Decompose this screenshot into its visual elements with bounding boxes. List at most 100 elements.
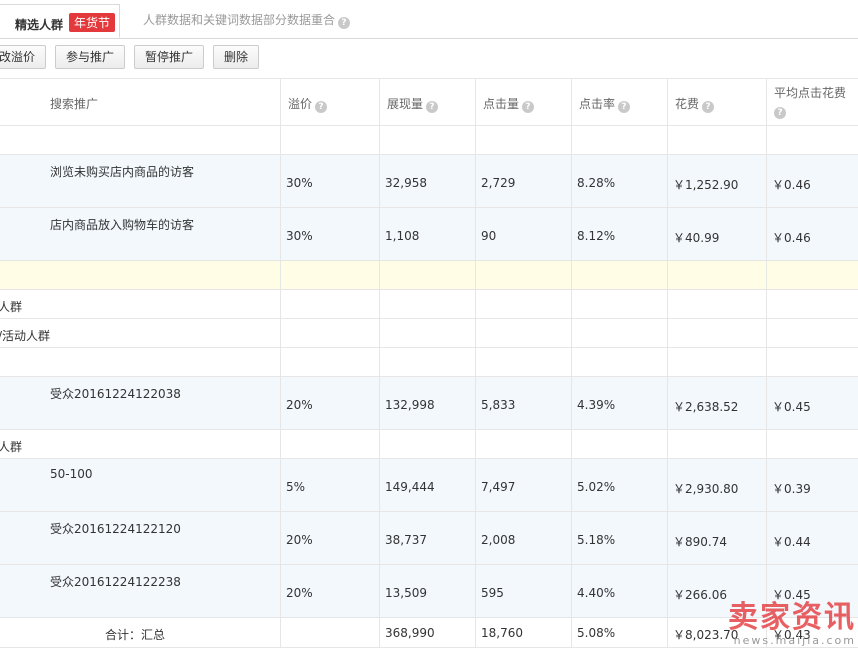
premium-value: 20% (286, 586, 313, 600)
column-divider (667, 155, 668, 207)
column-divider (667, 348, 668, 376)
column-header-label: 点击量 (483, 97, 520, 111)
column-divider (571, 618, 572, 647)
crowd-name[interactable]: 受众20161224122238 (50, 573, 181, 590)
help-icon[interactable]: ? (618, 101, 631, 113)
toolbar: 改溢价 参与推广 暂停推广 删除 (0, 38, 858, 78)
cost-value: ￥890.74 (673, 535, 727, 549)
column-header-avg-cpc[interactable]: 平均点击花费? (774, 84, 846, 119)
watermark: 卖家资讯 news.maijia.com (728, 600, 856, 648)
crowd-group-label: 人群 (0, 300, 23, 314)
cost-value: ￥1,252.90 (673, 178, 739, 192)
crowd-group-label: 人群 (0, 440, 23, 454)
table-row: /活动人群 (0, 319, 858, 348)
column-header-label: 溢价 (288, 97, 313, 111)
column-divider (766, 430, 767, 458)
edit-premium-button[interactable]: 改溢价 (0, 45, 46, 69)
premium-value: 30% (286, 229, 313, 243)
crowd-name[interactable]: 50-100 (50, 467, 93, 481)
column-divider (766, 459, 767, 511)
table-row[interactable]: 受众20161224122120 20% 38,737 2,008 5.18% ￥890.… (0, 512, 858, 565)
table-row[interactable]: 浏览未购买店内商品的访客 30% 32,958 2,729 8.28% ￥1,252.90… (0, 155, 858, 208)
column-divider (280, 126, 281, 154)
column-divider (571, 155, 572, 207)
column-divider (766, 126, 767, 154)
clicks-value: 595 (481, 586, 504, 600)
clicks-value: 2,008 (481, 533, 516, 547)
table-header: 搜索推广 溢价? 展现量? 点击量? 点击率? 花费? 平均点击花费? (0, 78, 858, 126)
cost-value: ￥40.99 (673, 231, 720, 245)
avg-cpc-value: ￥0.44 (772, 535, 811, 549)
column-divider (475, 377, 476, 429)
impressions-value: 149,444 (385, 480, 435, 494)
data-overlap-notice: 人群数据和关键词数据部分数据重合? (143, 11, 351, 29)
column-divider (571, 512, 572, 564)
help-icon[interactable]: ? (338, 17, 351, 29)
column-divider (475, 618, 476, 647)
table-row[interactable]: 店内商品放入购物车的访客 30% 1,108 90 8.12% ￥40.99 ￥0.46 (0, 208, 858, 261)
column-divider (766, 155, 767, 207)
column-divider (280, 565, 281, 617)
column-divider (667, 618, 668, 647)
column-divider (280, 377, 281, 429)
column-divider (766, 261, 767, 289)
watermark-url: news.maijia.com (733, 634, 856, 647)
column-divider (280, 261, 281, 289)
crowd-group-label: /活动人群 (0, 329, 51, 343)
column-divider (379, 618, 380, 647)
ctr-value: 4.39% (577, 398, 616, 412)
watermark-logo-text: 卖家资讯 (728, 600, 856, 635)
crowd-name[interactable]: 受众20161224122120 (50, 520, 181, 537)
impressions-value: 32,958 (385, 176, 427, 190)
column-divider (475, 319, 476, 347)
column-divider (280, 459, 281, 511)
column-divider (379, 155, 380, 207)
table-row[interactable]: 受众20161224122038 20% 132,998 5,833 4.39% ￥2,6… (0, 377, 858, 430)
avg-cpc-value: ￥0.45 (772, 400, 811, 414)
column-divider (571, 565, 572, 617)
column-header-impressions[interactable]: 展现量? (387, 95, 439, 113)
clicks-value: 2,729 (481, 176, 516, 190)
column-divider (475, 126, 476, 154)
help-icon[interactable]: ? (774, 107, 786, 119)
column-divider (766, 79, 767, 125)
table-row: 人群 (0, 430, 858, 459)
notice-text: 人群数据和关键词数据部分数据重合 (143, 13, 336, 27)
help-icon[interactable]: ? (522, 101, 535, 113)
column-divider (475, 348, 476, 376)
column-header-clicks[interactable]: 点击量? (483, 95, 535, 113)
delete-button[interactable]: 删除 (213, 45, 259, 69)
premium-value: 20% (286, 533, 313, 547)
column-divider (475, 290, 476, 318)
column-divider (280, 79, 281, 125)
join-promotion-button[interactable]: 参与推广 (55, 45, 125, 69)
premium-value: 20% (286, 398, 313, 412)
crowd-name[interactable]: 店内商品放入购物车的访客 (50, 216, 194, 233)
help-icon[interactable]: ? (315, 101, 328, 113)
tab-selected-crowd[interactable]: 精选人群 年货节 (0, 4, 120, 38)
column-divider (571, 208, 572, 260)
column-header-premium[interactable]: 溢价? (288, 95, 328, 113)
column-divider (379, 79, 380, 125)
total-ctr-value: 5.08% (577, 626, 616, 640)
column-divider (766, 319, 767, 347)
column-divider (379, 565, 380, 617)
column-divider (475, 261, 476, 289)
column-divider (571, 290, 572, 318)
column-header-label: 点击率 (579, 97, 616, 111)
column-header-cost[interactable]: 花费? (675, 95, 715, 113)
crowd-name[interactable]: 受众20161224122038 (50, 385, 181, 402)
help-icon[interactable]: ? (702, 101, 715, 113)
column-divider (571, 348, 572, 376)
cost-value: ￥2,930.80 (673, 482, 739, 496)
column-divider (475, 155, 476, 207)
column-divider (571, 79, 572, 125)
column-header-ctr[interactable]: 点击率? (579, 95, 631, 113)
total-clicks-value: 18,760 (481, 626, 523, 640)
crowd-name[interactable]: 浏览未购买店内商品的访客 (50, 163, 194, 180)
pause-promotion-button[interactable]: 暂停推广 (134, 45, 204, 69)
help-icon[interactable]: ? (426, 101, 439, 113)
new-year-festival-badge: 年货节 (69, 13, 116, 32)
table-row[interactable]: 50-100 5% 149,444 7,497 5.02% ￥2,930.80 ￥0.39 (0, 459, 858, 512)
cost-value: ￥266.06 (673, 588, 727, 602)
